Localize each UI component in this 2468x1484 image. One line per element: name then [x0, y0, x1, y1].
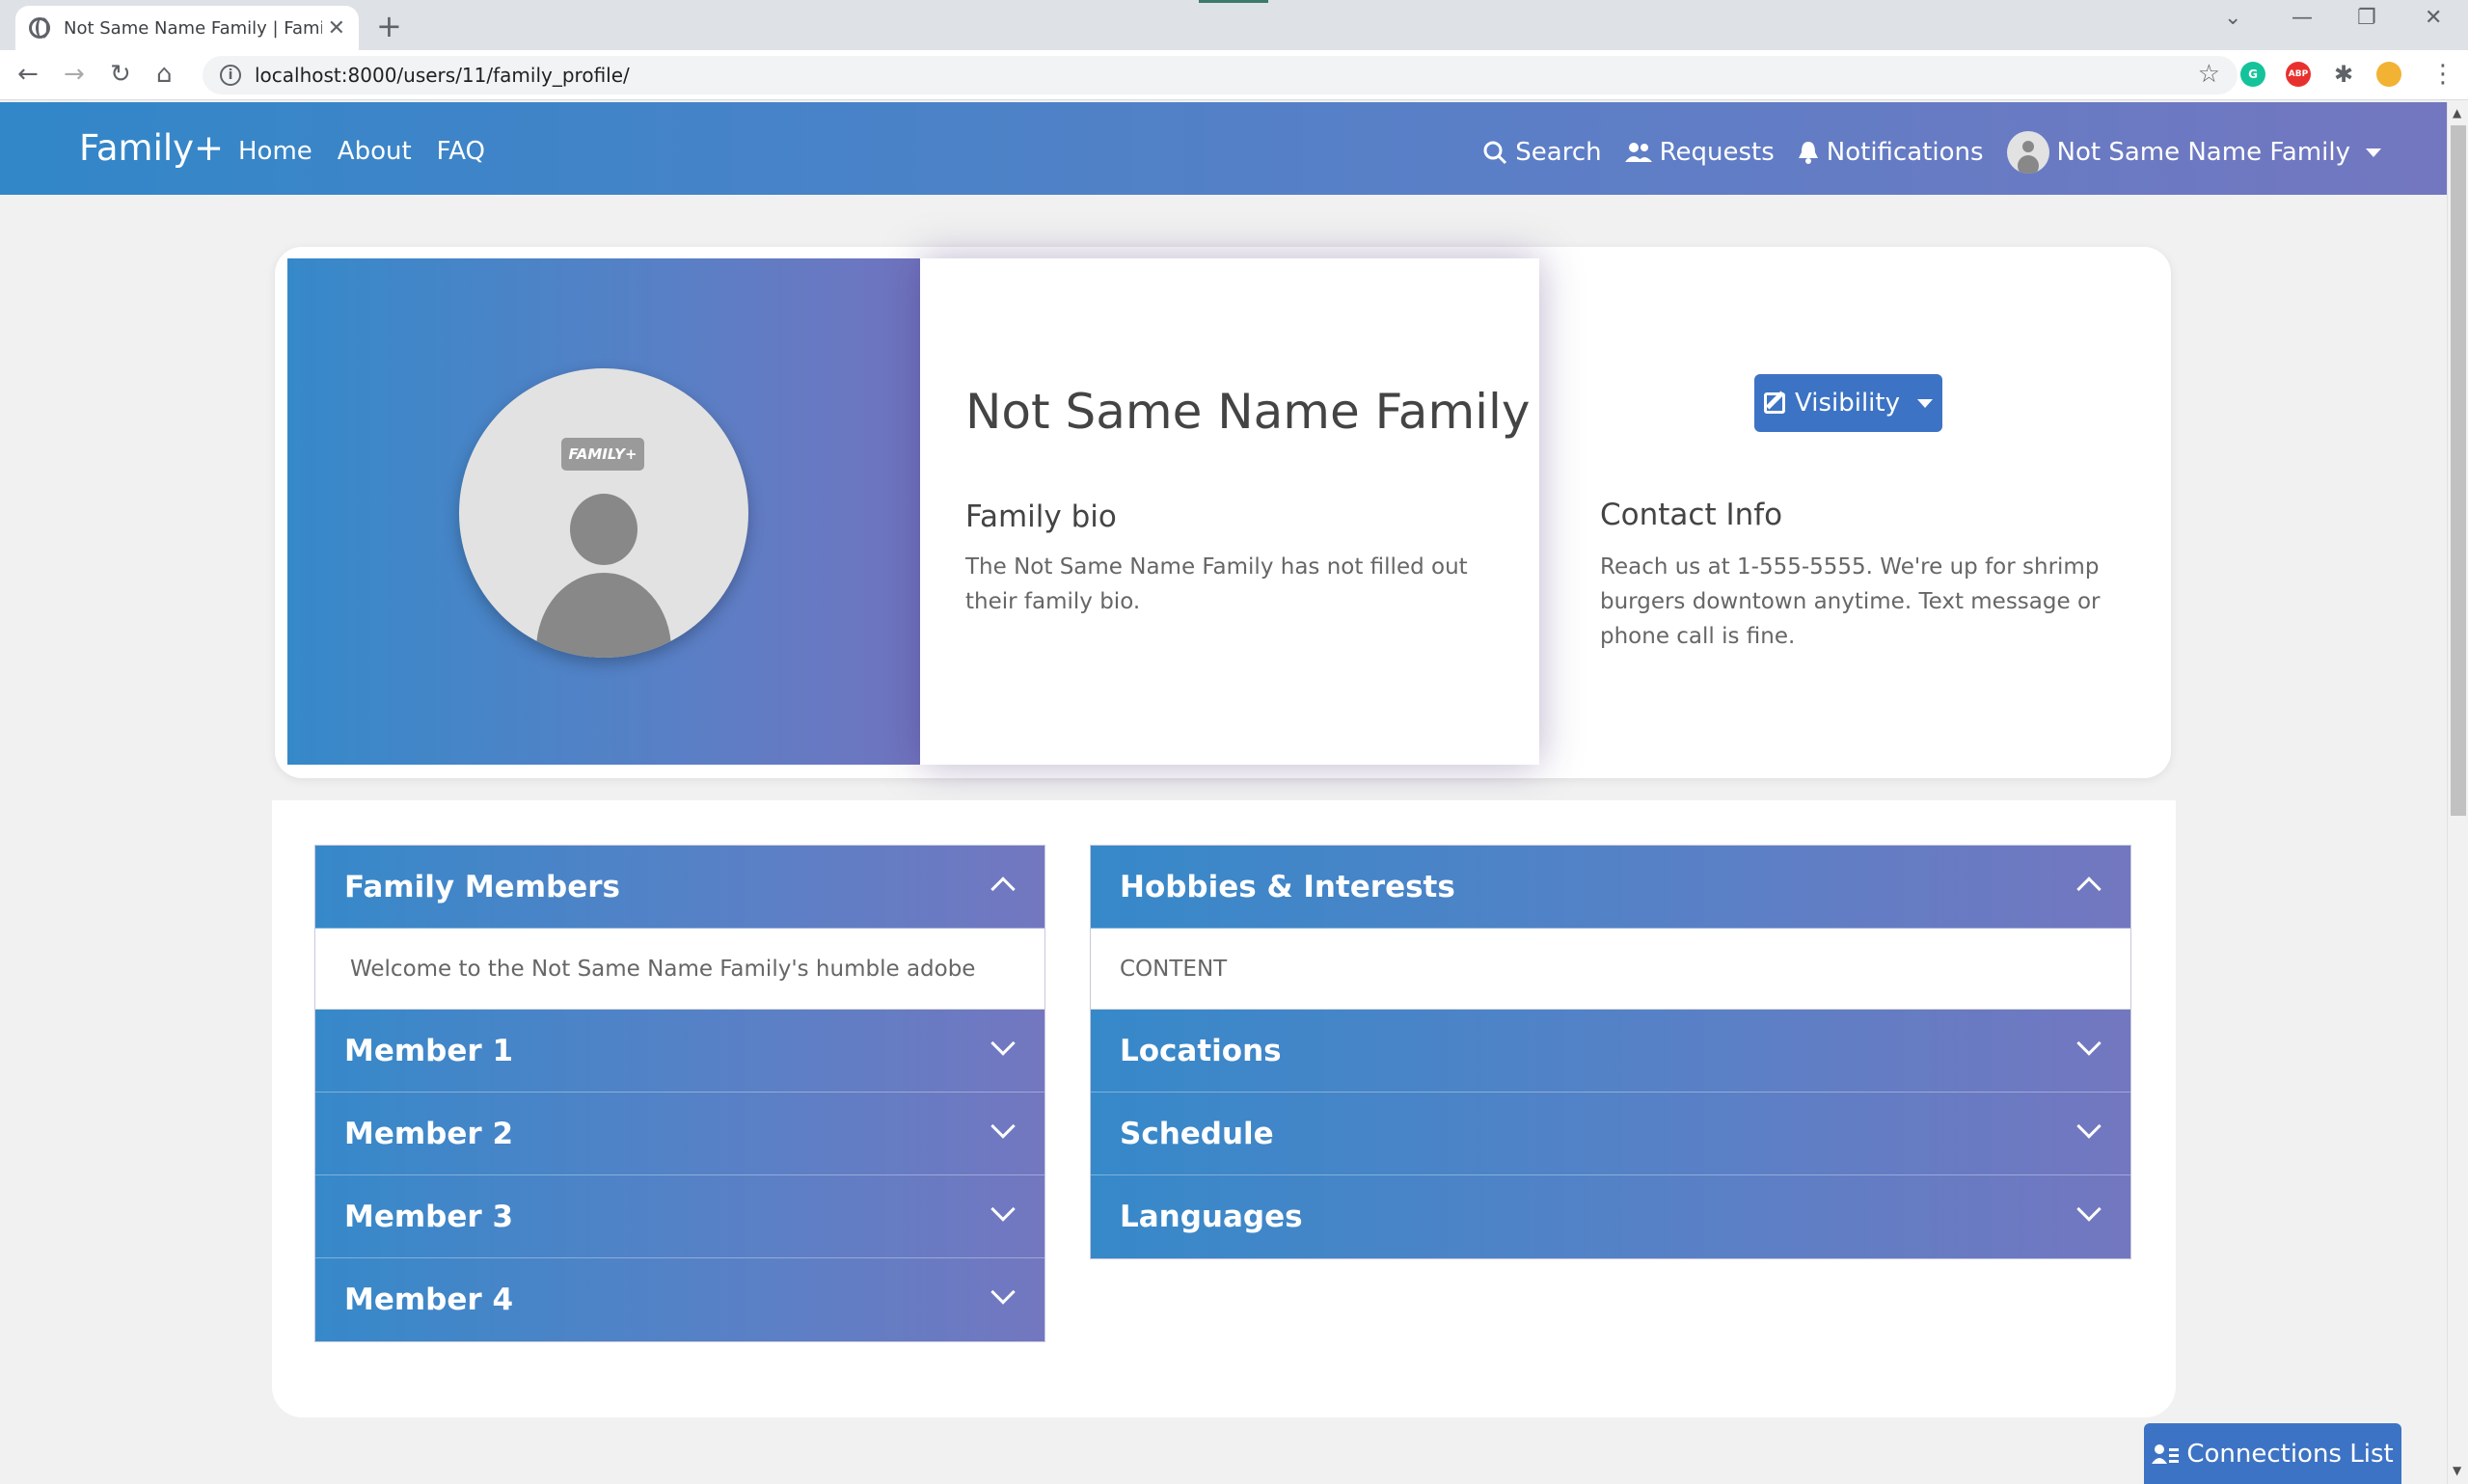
site-info-icon[interactable]: i [220, 65, 241, 86]
chevron-up-icon [2076, 877, 2102, 902]
minimize-window-button[interactable]: — [2292, 6, 2313, 30]
languages-label: Languages [1120, 1200, 1303, 1234]
browser-menu-icon[interactable]: ⋮ [2430, 60, 2455, 89]
family-members-header[interactable]: Family Members [315, 846, 1044, 929]
site-navbar: Family+ Home About FAQ Search Requests N… [0, 102, 2447, 195]
chevron-down-icon [2076, 1114, 2102, 1139]
browser-tabstrip: Not Same Name Family | Family+ ✕ + ⌄ — ❐… [0, 0, 2468, 50]
puzzle-icon[interactable]: ✱ [2331, 62, 2356, 87]
member-4-label: Member 4 [344, 1282, 514, 1317]
locations-label: Locations [1120, 1033, 1282, 1068]
member-4-header[interactable]: Member 4 [315, 1258, 1044, 1341]
hobbies-header-label: Hobbies & Interests [1120, 869, 1455, 904]
member-2-header[interactable]: Member 2 [315, 1093, 1044, 1175]
nav-link-home[interactable]: Home [238, 137, 312, 166]
schedule-header[interactable]: Schedule [1091, 1093, 2130, 1175]
hobbies-content: CONTENT [1091, 929, 2130, 1010]
scroll-down-icon[interactable]: ▼ [2453, 1464, 2461, 1477]
caret-down-icon [1916, 398, 1933, 408]
tab-title: Not Same Name Family | Family+ [64, 17, 322, 39]
nav-links: Home About FAQ [238, 137, 485, 166]
locations-header[interactable]: Locations [1091, 1010, 2130, 1093]
url-text[interactable]: localhost:8000/users/11/family_profile/ [255, 64, 630, 87]
connections-list-button[interactable]: Connections List [2144, 1423, 2401, 1484]
nav-requests[interactable]: Requests [1624, 138, 1775, 167]
scroll-up-icon[interactable]: ▲ [2453, 106, 2461, 120]
brand-logo[interactable]: Family+ [79, 127, 224, 169]
visibility-button[interactable]: Visibility [1754, 374, 1942, 432]
profile-extension-icon[interactable] [2376, 62, 2401, 87]
forward-button[interactable]: → [64, 60, 85, 89]
nav-search[interactable]: Search [1482, 138, 1602, 167]
nav-link-about[interactable]: About [338, 137, 412, 166]
hobbies-header[interactable]: Hobbies & Interests [1091, 846, 2130, 929]
chevron-down-icon [990, 1280, 1016, 1305]
tabstrip-accent [1199, 0, 1268, 3]
contact-info-title: Contact Info [1600, 498, 1783, 532]
back-button[interactable]: ← [17, 60, 39, 89]
user-avatar [2006, 131, 2049, 174]
nav-notifications-label: Notifications [1826, 138, 1984, 167]
member-3-header[interactable]: Member 3 [315, 1175, 1044, 1258]
avatar-head [570, 494, 637, 565]
chevron-down-icon [990, 1114, 1016, 1139]
languages-header[interactable]: Languages [1091, 1175, 2130, 1258]
new-tab-button[interactable]: + [376, 8, 402, 44]
users-icon [1624, 143, 1652, 162]
bio-title: Family bio [965, 499, 1117, 534]
grammarly-icon[interactable]: G [2240, 62, 2265, 87]
family-members-accordion: Family Members Welcome to the Not Same N… [314, 845, 1045, 1342]
caret-down-icon [2366, 148, 2381, 157]
bio-text: The Not Same Name Family has not filled … [965, 554, 1468, 614]
member-1-label: Member 1 [344, 1033, 514, 1068]
reload-button[interactable]: ↻ [110, 60, 131, 89]
member-2-label: Member 2 [344, 1116, 514, 1151]
schedule-label: Schedule [1120, 1116, 1274, 1151]
tab-close-icon[interactable]: ✕ [328, 16, 345, 40]
page-scrollbar[interactable]: ▲ ▼ [2447, 102, 2468, 1484]
avatar-body [536, 573, 671, 658]
tab-search-icon[interactable]: ⌄ [2224, 6, 2241, 30]
bookmark-star-icon[interactable]: ☆ [2198, 60, 2220, 89]
family-avatar: FAMILY+ [459, 368, 748, 658]
user-menu[interactable]: Not Same Name Family [2006, 131, 2381, 174]
globe-icon [29, 17, 50, 39]
chevron-up-icon [990, 877, 1016, 902]
member-1-header[interactable]: Member 1 [315, 1010, 1044, 1093]
scrollbar-thumb[interactable] [2451, 125, 2466, 816]
browser-tab[interactable]: Not Same Name Family | Family+ ✕ [15, 6, 359, 50]
member-3-label: Member 3 [344, 1199, 514, 1234]
restore-window-button[interactable]: ❐ [2357, 6, 2376, 30]
nav-requests-label: Requests [1659, 138, 1775, 167]
adblock-icon[interactable]: ABP [2286, 62, 2311, 87]
bell-icon [1798, 142, 1818, 164]
chevron-down-icon [2076, 1197, 2102, 1222]
chevron-down-icon [990, 1197, 1016, 1222]
nav-link-faq[interactable]: FAQ [437, 137, 485, 166]
user-list-icon [2152, 1444, 2180, 1464]
family-welcome-text: Welcome to the Not Same Name Family's hu… [315, 929, 1044, 1010]
close-window-button[interactable]: ✕ [2425, 6, 2442, 30]
search-icon [1483, 141, 1507, 165]
profile-info-panel: Not Same Name Family Family bio The Not … [920, 258, 1539, 765]
browser-toolbar: ← → ↻ ⌂ i localhost:8000/users/11/family… [0, 50, 2468, 100]
info-accordion: Hobbies & Interests CONTENT Locations Sc… [1090, 845, 2131, 1259]
address-bar[interactable]: i localhost:8000/users/11/family_profile… [203, 56, 2237, 94]
nav-search-label: Search [1515, 138, 1602, 167]
visibility-button-label: Visibility [1795, 389, 1900, 418]
user-menu-label: Not Same Name Family [2056, 138, 2350, 167]
contact-info-text: Reach us at 1-555-5555. We're up for shr… [1600, 554, 2101, 649]
edit-icon [1764, 392, 1786, 414]
chevron-down-icon [990, 1031, 1016, 1056]
connections-list-label: Connections List [2186, 1439, 2394, 1469]
avatar-logo-tag: FAMILY+ [561, 438, 644, 471]
family-name-heading: Not Same Name Family [965, 384, 1531, 440]
chevron-down-icon [2076, 1031, 2102, 1056]
home-button[interactable]: ⌂ [156, 60, 173, 89]
nav-actions: Search Requests Notifications Not Same N… [1482, 131, 2381, 174]
family-members-header-label: Family Members [344, 869, 620, 904]
nav-notifications[interactable]: Notifications [1798, 138, 1984, 167]
